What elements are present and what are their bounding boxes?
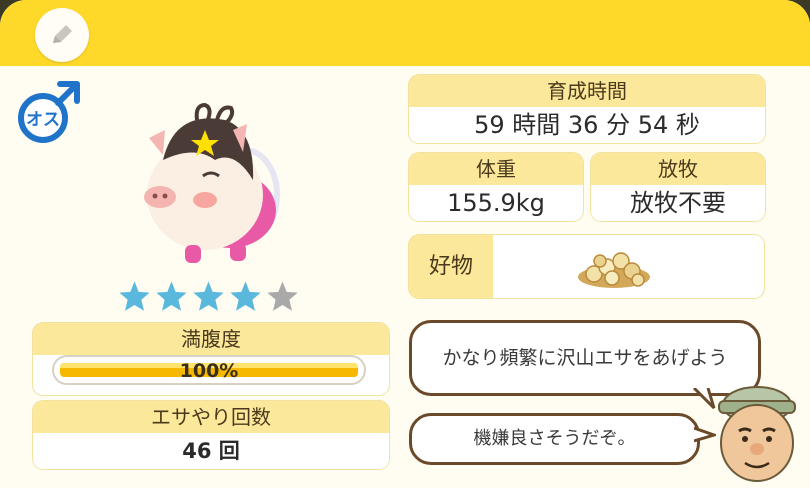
feed-count-box: エサやり回数 46 回 (33, 401, 389, 469)
raise-time-box: 育成時間 59 時間 36 分 54 秒 (409, 75, 765, 143)
feed-count-label: エサやり回数 (33, 401, 389, 433)
favorite-label: 好物 (409, 235, 493, 298)
star-filled-icon (119, 281, 150, 311)
star-filled-icon (193, 281, 224, 311)
weight-label: 体重 (409, 153, 583, 185)
grazing-value: 放牧不要 (591, 185, 765, 221)
male-symbol-icon: オス (18, 81, 80, 143)
farmer-advisor-image (718, 386, 796, 482)
raise-time-value: 59 時間 36 分 54 秒 (409, 107, 765, 143)
advice-text-2: 機嫌良さそうだぞ。 (473, 428, 636, 449)
feed-count-value: 46 回 (33, 433, 389, 469)
star-filled-icon (156, 281, 187, 311)
weight-value: 155.9kg (409, 185, 583, 221)
grain-icon (578, 252, 650, 288)
satiety-value: 100% (179, 360, 239, 382)
top-bar (0, 0, 810, 66)
pig-status-panel: オス 満腹度 100% エサやり回数 46 回 育成時間 59 時間 36 分 … (0, 0, 810, 488)
rating-stars (118, 280, 299, 313)
favorite-food-box: 好物 (409, 235, 764, 298)
sex-label: オス (26, 110, 60, 130)
pig-character-image (144, 102, 280, 263)
star-empty-icon (267, 281, 298, 311)
satiety-label: 満腹度 (33, 323, 389, 355)
grazing-label: 放牧 (591, 153, 765, 185)
satiety-gauge: 100% (52, 355, 366, 385)
grazing-box: 放牧 放牧不要 (591, 153, 765, 221)
star-filled-icon (230, 281, 261, 311)
pencil-icon (53, 25, 72, 43)
advice-bubble-2: 機嫌良さそうだぞ。 (409, 413, 700, 465)
weight-box: 体重 155.9kg (409, 153, 583, 221)
edit-name-button[interactable] (35, 8, 89, 62)
raise-time-label: 育成時間 (409, 75, 765, 107)
advice-text-1: かなり頻繁に沢山エサをあげよう (442, 347, 728, 369)
